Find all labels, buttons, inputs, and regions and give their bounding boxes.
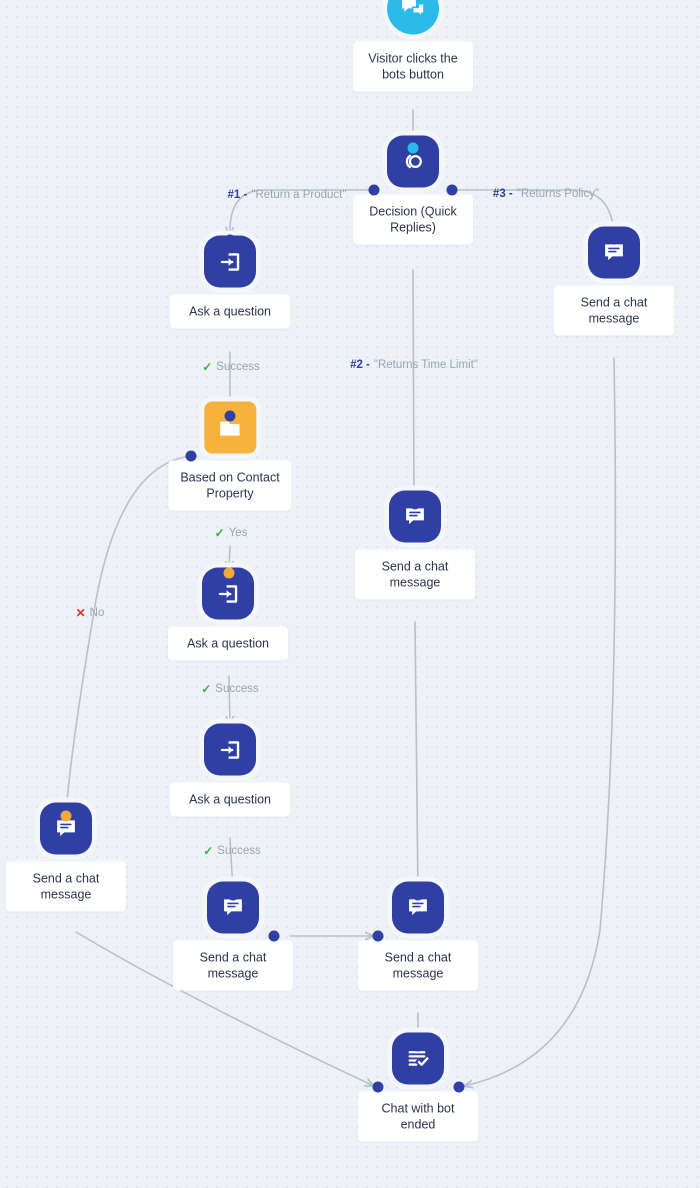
edge-e-chatmid-chatlow2 bbox=[415, 621, 418, 891]
edge-label-text: "Returns Time Limit" bbox=[373, 359, 478, 371]
edge-label-text: No bbox=[89, 607, 105, 619]
port-p-dec-left[interactable] bbox=[368, 184, 380, 196]
edge-layer bbox=[0, 109, 700, 1188]
node-label-chatmid: Send a chat message bbox=[355, 549, 475, 600]
success-check-icon: ✓ bbox=[203, 844, 214, 858]
port-p-cp-in[interactable] bbox=[224, 410, 236, 422]
edge-label-lbl-branch-3: #3 - "Returns Policy" bbox=[493, 188, 599, 200]
node-icon-start[interactable] bbox=[387, 0, 439, 35]
edge-label-lbl-yes: ✓ Yes bbox=[215, 526, 248, 540]
port-p-chatlow1-out[interactable] bbox=[268, 930, 280, 942]
node-label-ask2: Ask a question bbox=[168, 626, 288, 661]
edge-e-cp-ask2 bbox=[229, 545, 230, 570]
edge-label-text: "Return a Product" bbox=[251, 189, 347, 201]
node-label-decision: Decision (Quick Replies) bbox=[353, 194, 473, 245]
edge-label-lbl-branch-1: #1 - "Return a Product" bbox=[228, 189, 347, 201]
flowchart-canvas[interactable]: Visitor clicks the bots button Decision (… bbox=[0, 0, 700, 1188]
edge-label-text: Success bbox=[217, 845, 261, 857]
success-check-icon: ✓ bbox=[214, 526, 225, 540]
port-p-ask3-in[interactable] bbox=[224, 723, 236, 735]
node-ask1[interactable]: Ask a question bbox=[170, 235, 290, 329]
node-label-start: Visitor clicks the bots button bbox=[353, 41, 473, 92]
ask-question-icon bbox=[220, 740, 239, 759]
node-ask2[interactable]: Ask a question bbox=[168, 567, 288, 661]
node-label-ask1: Ask a question bbox=[170, 294, 290, 329]
node-label-chatlow2: Send a chat message bbox=[358, 940, 478, 991]
port-p-dec-right[interactable] bbox=[446, 184, 458, 196]
node-label-chatleft: Send a chat message bbox=[6, 861, 126, 912]
success-check-icon: ✓ bbox=[202, 360, 213, 374]
node-label-end: Chat with bot ended bbox=[358, 1091, 478, 1142]
port-p-start-out[interactable] bbox=[407, 142, 419, 154]
port-p-chatlow1-in[interactable] bbox=[227, 889, 239, 901]
edge-label-lbl-branch-2: #2 - "Returns Time Limit" bbox=[350, 359, 478, 371]
port-p-ask1-in[interactable] bbox=[224, 234, 236, 246]
node-start[interactable]: Visitor clicks the bots button bbox=[353, 0, 473, 92]
edge-e-dec-chatmid bbox=[413, 269, 414, 500]
edge-label-lbl-success-3: ✓ Success bbox=[203, 844, 261, 858]
success-check-icon: ✓ bbox=[201, 682, 212, 696]
port-p-chatmid-in[interactable] bbox=[409, 498, 421, 510]
failure-cross-icon: ✕ bbox=[75, 606, 86, 620]
port-p-chatlow2-in[interactable] bbox=[412, 889, 424, 901]
edge-label-lbl-success-2: ✓ Success bbox=[201, 682, 259, 696]
edge-label-text: Yes bbox=[228, 527, 248, 539]
node-label-ask3: Ask a question bbox=[170, 782, 290, 817]
ask-question-icon bbox=[218, 584, 237, 603]
port-p-chatlow2-left[interactable] bbox=[372, 930, 384, 942]
node-label-contactprop: Based on Contact Property bbox=[168, 460, 292, 511]
port-p-chatright-in[interactable] bbox=[608, 233, 620, 245]
edge-label-text: Success bbox=[216, 361, 260, 373]
branch-index: #2 - bbox=[350, 359, 370, 371]
port-p-chatleft-in[interactable] bbox=[60, 810, 72, 822]
port-p-cp-left[interactable] bbox=[185, 450, 197, 462]
node-label-chatright: Send a chat message bbox=[554, 285, 674, 336]
node-label-chatlow1: Send a chat message bbox=[173, 940, 293, 991]
port-p-end-left[interactable] bbox=[372, 1081, 384, 1093]
port-p-ask2-in[interactable] bbox=[223, 567, 235, 579]
node-icon-contactprop[interactable] bbox=[204, 401, 256, 454]
port-p-end-in[interactable] bbox=[412, 1040, 424, 1052]
branch-index: #1 - bbox=[227, 189, 248, 201]
branch-index: #3 - bbox=[492, 188, 513, 200]
edge-e-chatright-end bbox=[464, 357, 617, 1086]
edge-label-lbl-success-1: ✓ Success bbox=[202, 360, 260, 374]
port-p-end-right[interactable] bbox=[453, 1081, 465, 1093]
chat-bubbles-icon bbox=[402, 0, 425, 19]
node-ask3[interactable]: Ask a question bbox=[170, 723, 290, 817]
ask-question-icon bbox=[220, 252, 239, 271]
edge-label-text: "Returns Policy" bbox=[516, 188, 600, 200]
edge-label-lbl-no: ✕ No bbox=[76, 606, 105, 620]
edge-label-text: Success bbox=[215, 683, 259, 695]
